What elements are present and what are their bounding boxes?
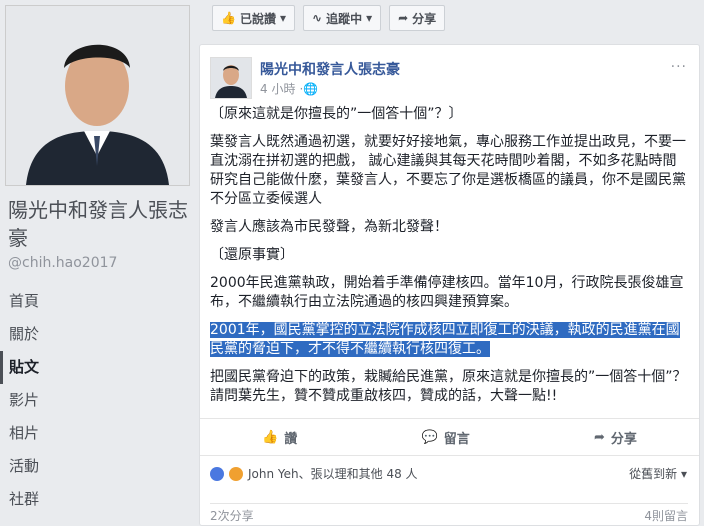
- comment-icon: 💬: [421, 429, 438, 445]
- nav-item-community[interactable]: 社群: [0, 483, 196, 516]
- post-footer: 2次分享 4則留言: [210, 503, 688, 524]
- nav-item-events[interactable]: 活動: [0, 450, 196, 483]
- globe-icon: ·🌐: [299, 81, 319, 96]
- profile-photo[interactable]: [5, 5, 190, 186]
- nav-item-photos[interactable]: 相片: [0, 417, 196, 450]
- comment-count[interactable]: 4則留言: [644, 507, 688, 524]
- nav-item-posts[interactable]: 貼文: [0, 351, 196, 384]
- nav-item-videos[interactable]: 影片: [0, 384, 196, 417]
- likers-text: John Yeh、張以理和其他 48 人: [248, 467, 418, 481]
- page-handle: @chih.hao2017: [8, 255, 118, 271]
- page-action-bar: 👍 已說讚 ▾ ∿ 追蹤中 ▾ ➦ 分享: [212, 5, 446, 31]
- liked-button[interactable]: 👍 已說讚 ▾: [212, 5, 295, 31]
- post-card: 陽光中和發言人張志豪 4 小時 ·🌐 ··· 〔原來這就是你擅長的”一個答十個”…: [199, 44, 700, 526]
- reaction-bar: 👍 讚 💬 留言 ➦ 分享: [200, 418, 699, 456]
- page-name: 陽光中和發言人張志豪: [8, 198, 188, 250]
- post-body: 〔原來這就是你擅長的”一個答十個”？〕 葉發言人既然通過初選，就要好好接地氣，專…: [210, 105, 690, 415]
- following-button[interactable]: ∿ 追蹤中 ▾: [303, 5, 382, 31]
- thumbs-up-icon: 👍: [221, 11, 236, 25]
- post-options-button[interactable]: ···: [671, 59, 687, 75]
- share-arrow-icon: ➦: [593, 429, 605, 445]
- rss-icon: ∿: [312, 11, 323, 25]
- post-paragraph: 〔原來這就是你擅長的”一個答十個”？〕: [210, 106, 463, 122]
- share-button[interactable]: ➦ 分享: [594, 428, 637, 447]
- chevron-down-icon: ▾: [680, 467, 687, 481]
- post-paragraph-highlighted: 2001年，國民黨掌控的立法院作成核四立即復工的決議，執政的民進黨在國民黨的脅迫…: [210, 321, 690, 359]
- like-button[interactable]: 👍 讚: [262, 428, 297, 447]
- post-timestamp[interactable]: 4 小時: [260, 80, 295, 97]
- post-paragraph: 2000年民進黨執政，開始着手準備停建核四。當年10月，行政院長張俊雄宣布，不繼…: [210, 275, 684, 310]
- nav-item-home[interactable]: 首頁: [0, 285, 196, 318]
- nav-item-about[interactable]: 關於: [0, 318, 196, 351]
- share-page-button[interactable]: ➦ 分享: [389, 5, 446, 31]
- sidebar: 陽光中和發言人張志豪 @chih.hao2017 首頁 關於 貼文 影片 相片 …: [0, 0, 196, 524]
- post-meta: 4 小時 ·🌐: [260, 80, 318, 97]
- post-paragraph: 發言人應該為市民發聲，為新北發聲！: [210, 219, 448, 235]
- reaction-summary[interactable]: John Yeh、張以理和其他 48 人: [210, 465, 418, 482]
- angry-reaction-icon: [229, 466, 243, 481]
- like-reaction-icon: [210, 466, 224, 481]
- post-author[interactable]: 陽光中和發言人張志豪: [260, 59, 400, 79]
- comment-button[interactable]: 💬 留言: [422, 428, 470, 447]
- chevron-down-icon: ▾: [366, 11, 373, 25]
- post-paragraph: 把國民黨脅迫下的政策，栽贓給民進黨，原來這就是你擅長的”一個答十個”？請問葉先生…: [210, 369, 687, 404]
- comment-sort-dropdown[interactable]: 從舊到新 ▾: [629, 465, 687, 482]
- post-paragraph: 〔還原事實〕: [210, 247, 294, 263]
- post-paragraph: 葉發言人既然通過初選，就要好好接地氣，專心服務工作並提出政見，不要一直沈溺在拼初…: [210, 134, 686, 207]
- share-count[interactable]: 2次分享: [210, 507, 254, 524]
- page-nav: 首頁 關於 貼文 影片 相片 活動 社群: [0, 285, 196, 516]
- chevron-down-icon: ▾: [279, 11, 286, 25]
- thumbs-up-icon: 👍: [262, 429, 279, 445]
- selected-text: 2001年，國民黨掌控的立法院作成核四立即復工的決議，執政的民進黨在國民黨的脅迫…: [210, 322, 680, 357]
- share-arrow-icon: ➦: [398, 11, 409, 25]
- avatar[interactable]: [210, 57, 252, 99]
